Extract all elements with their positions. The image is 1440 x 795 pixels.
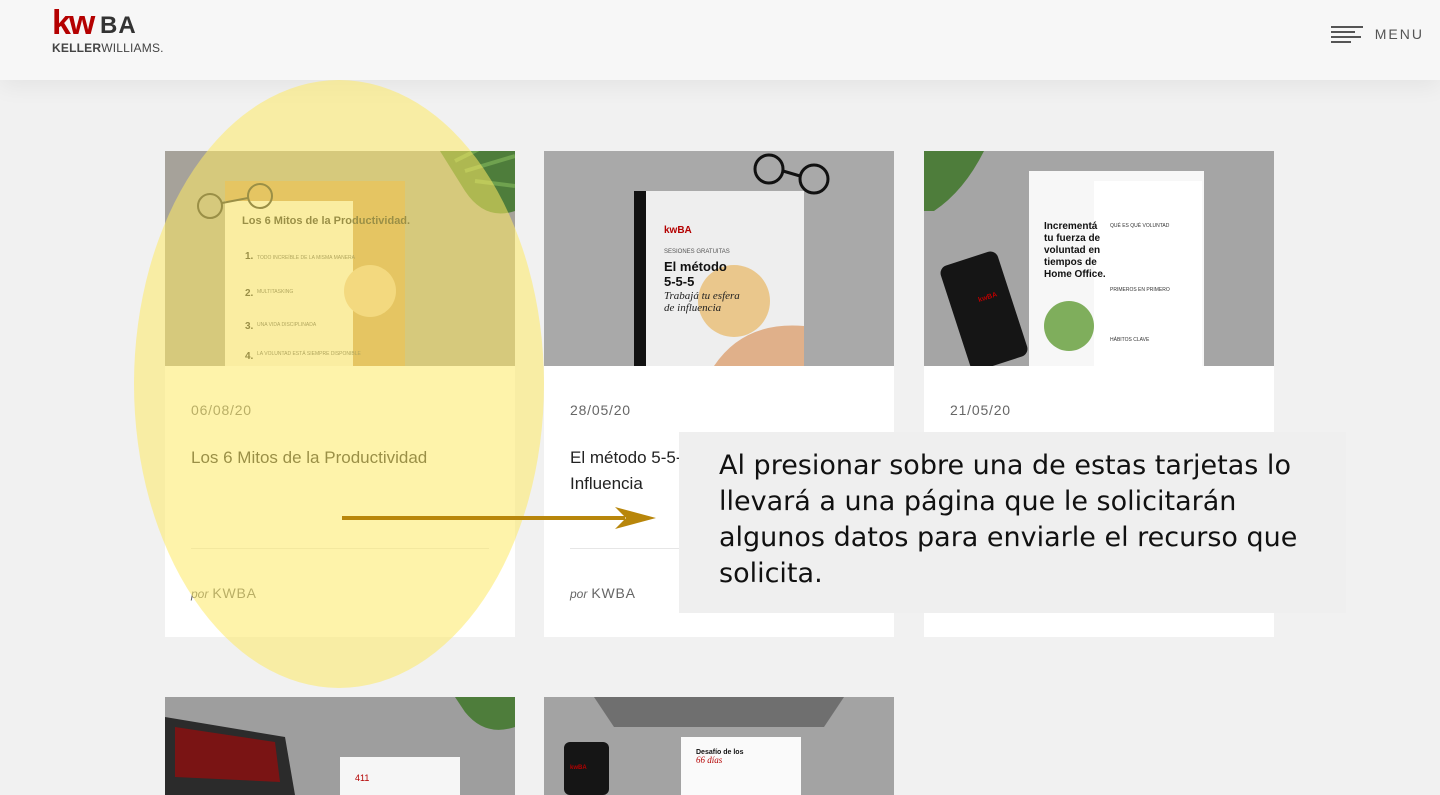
thumb-heading: Los 6 Mitos de la Productividad. bbox=[242, 215, 410, 227]
thumb-item-num: 4. bbox=[245, 351, 254, 362]
logo-brand: KELLERWILLIAMS. bbox=[52, 41, 164, 55]
thumb-item-label: LA VOLUNTAD ESTÁ SIEMPRE DISPONIBLE bbox=[257, 350, 361, 357]
resource-card[interactable]: Los 6 Mitos de la Productividad. 1. TODO… bbox=[165, 151, 515, 637]
thumb-phone-logo: kwBA bbox=[570, 765, 587, 771]
logo-suffix: BA bbox=[100, 12, 137, 39]
logo-mark: kw bbox=[52, 4, 95, 42]
resource-card[interactable]: Desafío de los 66 días kwBA bbox=[544, 697, 894, 795]
thumb-heading: Incrementá bbox=[1044, 221, 1098, 232]
thumb-subheading: Trabajá tu esfera bbox=[664, 290, 740, 302]
metodo-555-thumbnail-image: kwBA SESIONES GRATUITAS El método 5-5-5 … bbox=[544, 151, 894, 366]
card-author: por KWBA bbox=[191, 585, 257, 601]
card-thumbnail: 411 bbox=[165, 697, 515, 795]
thumb-logo: kwBA bbox=[664, 225, 692, 236]
thumb-heading: 5-5-5 bbox=[664, 274, 694, 289]
menu-button[interactable]: MENU bbox=[1330, 22, 1424, 46]
card-date: 28/05/20 bbox=[570, 402, 631, 418]
thumb-heading: Home Office. bbox=[1044, 269, 1106, 280]
card-thumbnail: Incrementá tu fuerza de voluntad en tiem… bbox=[924, 151, 1274, 366]
thumb-item-label: TODO INCREÍBLE DE LA MISMA MANERA bbox=[257, 254, 356, 261]
card-thumbnail: Desafío de los 66 días kwBA bbox=[544, 697, 894, 795]
card-divider bbox=[191, 548, 489, 549]
thumb-item-num: 3. bbox=[245, 321, 254, 332]
thumb-heading: 66 días bbox=[696, 755, 723, 765]
card-thumbnail: Los 6 Mitos de la Productividad. 1. TODO… bbox=[165, 151, 515, 366]
productivity-thumbnail-image: Los 6 Mitos de la Productividad. 1. TODO… bbox=[165, 151, 515, 366]
card-date: 06/08/20 bbox=[191, 402, 252, 418]
kwba-logo[interactable]: kw BA KELLERWILLIAMS. bbox=[52, 4, 164, 58]
thumb-kicker: SESIONES GRATUITAS bbox=[664, 249, 730, 255]
resource-card[interactable]: 411 bbox=[165, 697, 515, 795]
thumb-item-label: MULTITASKING bbox=[257, 289, 293, 295]
card-thumbnail: kwBA SESIONES GRATUITAS El método 5-5-5 … bbox=[544, 151, 894, 366]
thumb-heading: tu fuerza de bbox=[1044, 233, 1101, 244]
menu-label: MENU bbox=[1374, 26, 1424, 42]
thumb-subheading: de influencia bbox=[664, 302, 722, 314]
thumb-item-num: 1. bbox=[245, 251, 254, 262]
annotation-text: Al presionar sobre una de estas tarjetas… bbox=[719, 450, 1298, 589]
thumb-heading: El método bbox=[664, 259, 727, 274]
thumb-section: PRIMEROS EN PRIMERO bbox=[1110, 287, 1170, 293]
card-title[interactable]: Los 6 Mitos de la Productividad bbox=[191, 445, 491, 471]
thumb-section: HÁBITOS CLAVE bbox=[1110, 336, 1150, 343]
thumb-heading: voluntad en bbox=[1044, 245, 1100, 256]
thumb-text: 411 bbox=[355, 773, 369, 783]
thumb-item-label: UNA VIDA DISCIPLINADA bbox=[257, 322, 317, 328]
thumb-heading: tiempos de bbox=[1044, 257, 1097, 268]
site-header: kw BA KELLERWILLIAMS. MENU bbox=[0, 0, 1440, 80]
voluntad-thumbnail-image: Incrementá tu fuerza de voluntad en tiem… bbox=[924, 151, 1274, 366]
hamburger-icon bbox=[1330, 24, 1363, 44]
thumb-item-num: 2. bbox=[245, 288, 254, 299]
thumb-section: QUÉ ES QUÉ VOLUNTAD bbox=[1110, 222, 1170, 229]
card-author: por KWBA bbox=[570, 585, 636, 601]
annotation-callout: Al presionar sobre una de estas tarjetas… bbox=[679, 432, 1346, 613]
card-date: 21/05/20 bbox=[950, 402, 1011, 418]
